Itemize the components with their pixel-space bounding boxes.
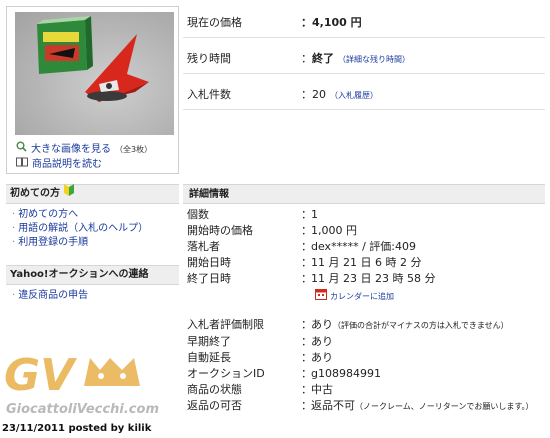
detail-row-winner: 落札者： dex***** / 評価:409 bbox=[187, 240, 416, 253]
product-photo[interactable] bbox=[15, 12, 174, 135]
watermark-site: GiocattoliVecchi.com bbox=[6, 402, 159, 417]
detailed-time-link[interactable]: （詳細な残り時間） bbox=[338, 55, 410, 64]
beginner-panel: 初めての方 · 初めての方へ · 用語の解説（入札のヘルプ） · 利用登録の手順 bbox=[6, 184, 179, 254]
current-price-label: 現在の価格 bbox=[187, 15, 242, 29]
calendar-icon bbox=[315, 288, 327, 306]
remaining-time-row: 残り時間 ：終了 （詳細な残り時間） bbox=[183, 42, 545, 74]
remaining-time-value: 終了 bbox=[312, 51, 334, 65]
auction-summary: 現在の価格 ：4,100 円 残り時間 ：終了 （詳細な残り時間） 入札件数 ：2… bbox=[183, 6, 545, 110]
toy-illustration bbox=[37, 16, 149, 102]
help-link-beginner[interactable]: · 初めての方へ bbox=[12, 208, 179, 222]
watermark-posted: 23/11/2011 posted by kilik bbox=[2, 423, 152, 434]
details-title: 詳細情報 bbox=[183, 184, 545, 204]
add-to-calendar[interactable]: カレンダーに追加 bbox=[183, 287, 545, 307]
description-link[interactable]: 商品説明を読む bbox=[32, 157, 102, 172]
report-violation-link[interactable]: · 違反商品の申告 bbox=[12, 289, 179, 303]
book-icon bbox=[16, 157, 28, 172]
detail-row-start-price: 開始時の価格： 1,000 円 bbox=[187, 224, 357, 237]
image-panel: 大きな画像を見る （全3枚） 商品説明を読む bbox=[6, 6, 179, 174]
current-price-row: 現在の価格 ：4,100 円 bbox=[183, 6, 545, 38]
bid-history-link[interactable]: （入札履歴） bbox=[330, 91, 378, 100]
beginner-title: 初めての方 bbox=[10, 188, 60, 199]
beginner-mark-icon bbox=[64, 184, 74, 204]
calendar-link[interactable]: カレンダーに追加 bbox=[330, 289, 394, 305]
help-link-registration[interactable]: · 利用登録の手順 bbox=[12, 236, 179, 250]
current-price-value: 4,100 円 bbox=[312, 15, 362, 29]
remaining-time-label: 残り時間 bbox=[187, 51, 231, 65]
detail-row-returns: 返品の可否：返品不可（ノークレーム、ノーリターンでお願いします。） bbox=[187, 399, 534, 412]
detail-row-start-time: 開始日時： 11 月 21 日 6 時 2 分 bbox=[187, 256, 422, 269]
image-count: （全3枚） bbox=[115, 144, 153, 154]
detail-row-quantity: 個数： 1 bbox=[187, 208, 318, 221]
enlarge-image-link[interactable]: 大きな画像を見る bbox=[31, 142, 111, 157]
contact-title: Yahoo!オークションへの連絡 bbox=[10, 269, 149, 280]
detail-row-auto-extend: 自動延長：あり bbox=[187, 351, 333, 364]
detail-row-end-time: 終了日時： 11 月 23 日 23 時 58 分 bbox=[187, 272, 436, 285]
bid-count-value: 20 bbox=[312, 87, 326, 101]
detail-row-bidder-rating: 入札者評価制限：あり（評価の合計がマイナスの方は入札できません） bbox=[187, 318, 509, 331]
contact-panel: Yahoo!オークションへの連絡 · 違反商品の申告 bbox=[6, 265, 179, 307]
detail-row-auction-id: オークションID： g108984991 bbox=[187, 367, 381, 380]
bid-count-label: 入札件数 bbox=[187, 87, 231, 101]
watermark-logo-text: GV bbox=[4, 350, 77, 401]
magnifier-icon bbox=[16, 141, 27, 157]
detail-row-early-end: 早期終了：あり bbox=[187, 335, 333, 348]
details-panel: 詳細情報 個数： 1 開始時の価格： 1,000 円 落札者： dex***** / … bbox=[183, 184, 545, 415]
help-link-glossary[interactable]: · 用語の解説（入札のヘルプ） bbox=[12, 222, 179, 236]
bid-count-row: 入札件数 ：20 （入札履歴） bbox=[183, 78, 545, 110]
detail-row-condition: 商品の状態：中古 bbox=[187, 383, 333, 396]
